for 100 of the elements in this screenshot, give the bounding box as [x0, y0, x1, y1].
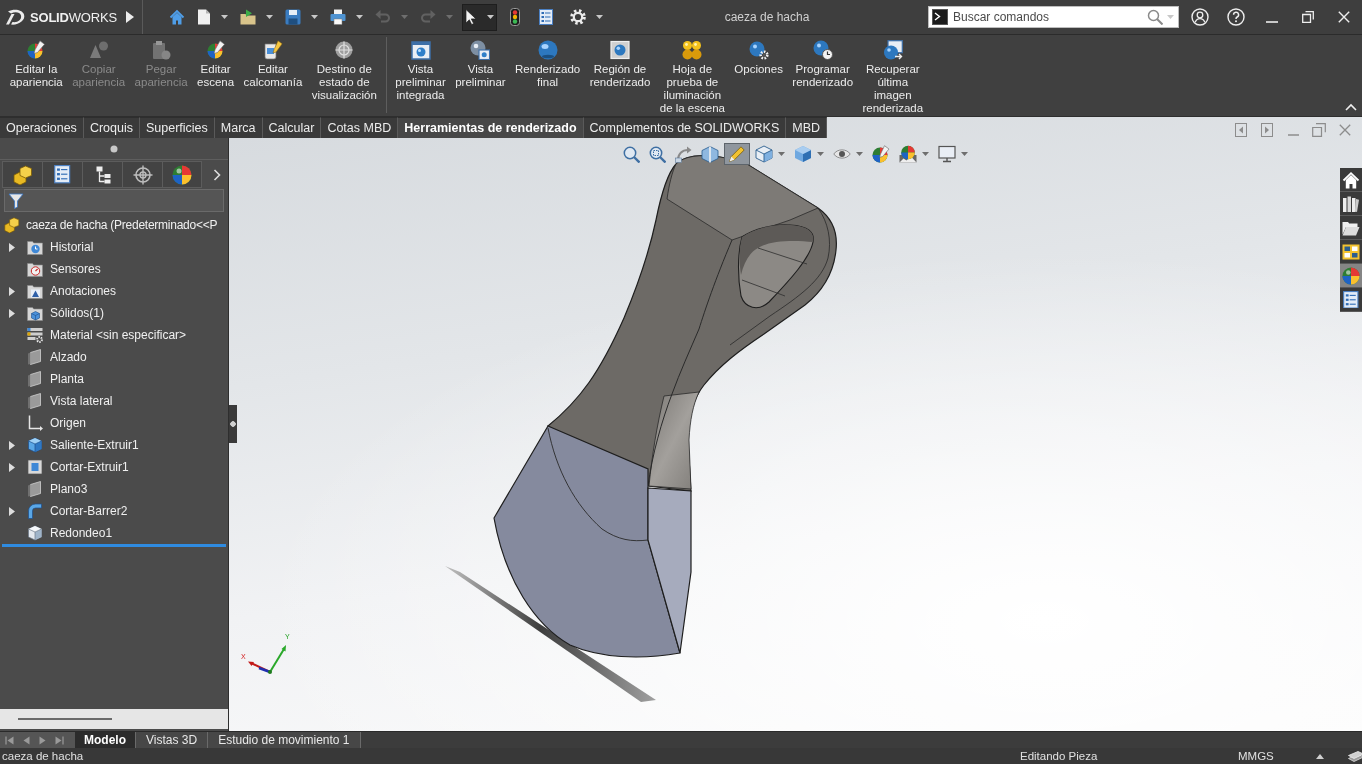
grip-dot-icon[interactable] [110, 144, 118, 153]
help-icon [1227, 8, 1245, 26]
ribbon-button[interactable]: Recuperar última imagen renderizada [857, 40, 928, 115]
monitor-icon [938, 145, 956, 163]
tree-icon [94, 165, 111, 184]
expand-arrow-icon[interactable] [8, 462, 15, 472]
tree-item[interactable]: Sólidos(1) [0, 302, 105, 324]
magnifier-frame-icon [649, 145, 666, 163]
triangle-right-icon[interactable] [125, 10, 135, 24]
manager-tab[interactable] [122, 161, 162, 188]
expand-arrow-icon[interactable] [8, 506, 15, 516]
tree-item[interactable]: Cortar-Barrer2 [0, 500, 128, 522]
task-pane-tab[interactable] [1340, 216, 1362, 240]
ribbon-button[interactable]: Editar la apariencia [5, 40, 68, 89]
command-tab[interactable]: Marca [214, 117, 263, 138]
tree-item[interactable]: Redondeo1 [0, 522, 113, 544]
printer-icon [330, 9, 346, 25]
tree-item[interactable]: Historial [0, 236, 94, 258]
command-tab[interactable]: Calcular [262, 117, 322, 138]
ribbon-button[interactable]: Destino de estado de visualización [307, 40, 382, 102]
command-tab[interactable]: Cotas MBD [321, 117, 399, 138]
color-ball-icon [172, 164, 192, 185]
step-back-icon[interactable] [23, 735, 30, 745]
redo-icon [420, 9, 436, 25]
search-field[interactable]: Buscar comandos [928, 6, 1179, 28]
tree-item[interactable]: Origen [0, 412, 87, 434]
expand-arrow-icon[interactable] [8, 286, 15, 296]
color-ball-scene-icon [899, 145, 917, 163]
step-forward-icon[interactable] [39, 735, 46, 745]
filter-field[interactable] [4, 189, 224, 212]
command-tab[interactable]: MBD [786, 117, 828, 138]
document-icon [197, 9, 211, 25]
task-pane-tab[interactable] [1340, 168, 1362, 192]
command-tab[interactable]: Superficies [139, 117, 215, 138]
panel-collapse-handle[interactable] [229, 405, 237, 443]
skip-forward-icon[interactable] [55, 735, 64, 745]
model-tab[interactable]: Estudio de movimiento 1 [208, 732, 361, 748]
tree-item[interactable]: Saliente-Extruir1 [0, 434, 139, 456]
ribbon-button[interactable]: Editar calcomanía [238, 40, 307, 89]
restore-icon [1312, 123, 1326, 137]
task-pane-tab[interactable] [1340, 240, 1362, 264]
tree-item[interactable]: Planta [0, 368, 85, 390]
ribbon-button[interactable]: Vista preliminar [450, 40, 511, 89]
model-tab[interactable]: Modelo [75, 732, 136, 748]
tree-item[interactable]: Plano3 [0, 478, 88, 500]
select-button[interactable] [462, 3, 497, 31]
tree-item[interactable]: Sensores [0, 258, 101, 280]
logo-icon [5, 8, 27, 26]
ribbon-button[interactable]: Región de renderizado [584, 40, 656, 89]
view-toolbar-button[interactable] [724, 143, 750, 165]
model-tab[interactable]: Vistas 3D [136, 732, 209, 748]
command-tab[interactable]: Herramientas de renderizado [398, 117, 584, 138]
task-pane-tab[interactable] [1340, 192, 1362, 216]
tree-item[interactable]: Material <sin especificar> [0, 324, 187, 346]
manager-tab[interactable] [2, 161, 42, 188]
tree-item[interactable]: Anotaciones [0, 280, 117, 302]
manager-tab[interactable] [162, 161, 202, 188]
plane-icon [27, 393, 43, 409]
cube-icon [755, 145, 773, 163]
units-label[interactable]: MMGS [1238, 750, 1313, 762]
caret-down-icon [596, 15, 603, 19]
chevron-right-icon[interactable] [213, 168, 221, 181]
cursor-icon [465, 9, 477, 25]
task-pane-tab[interactable] [1340, 288, 1362, 312]
search-icon[interactable] [1147, 9, 1163, 25]
manager-tab[interactable] [42, 161, 82, 188]
expand-arrow-icon[interactable] [8, 440, 15, 450]
tree-item[interactable]: Vista lateral [0, 390, 113, 412]
ribbon-button[interactable]: Hoja de prueba de iluminación de la escena [655, 40, 730, 115]
ribbon-button[interactable]: Editar escena [192, 40, 239, 89]
curved-profile-icon [27, 503, 43, 519]
command-tab[interactable]: Operaciones [0, 117, 84, 138]
ribbon-button[interactable]: Opciones [729, 40, 788, 76]
command-tab[interactable]: Croquis [83, 117, 140, 138]
traffic-light-icon [510, 8, 520, 26]
expand-arrow-icon[interactable] [8, 242, 15, 252]
command-tab[interactable]: Complementos de SOLIDWORKS [583, 117, 787, 138]
ribbon-button[interactable]: Renderizado final [510, 40, 585, 89]
caret-down-icon [487, 15, 494, 19]
expand-arrow-icon[interactable] [8, 308, 15, 318]
manager-tab[interactable] [82, 161, 122, 188]
skip-back-icon[interactable] [5, 735, 14, 745]
color-ball-pencil-icon [26, 40, 47, 60]
ribbon-button[interactable]: Vista preliminar integrada [390, 40, 451, 102]
list-icon [1342, 290, 1360, 309]
pencil-icon [728, 145, 746, 163]
horizontal-scrollbar[interactable] [0, 709, 228, 729]
settings-icon [570, 9, 586, 25]
clipboard-icon [151, 40, 172, 60]
tree-item[interactable]: Alzado [0, 346, 87, 368]
tree-item[interactable]: Cortar-Extruir1 [0, 456, 129, 478]
caret-down-icon [446, 15, 453, 19]
chevron-up-icon[interactable] [1345, 103, 1357, 111]
ribbon-button[interactable]: Programar renderizado [787, 40, 858, 89]
layers-icon[interactable] [1348, 750, 1362, 762]
tree-item[interactable]: caeza de hacha (Predeterminado<<P [0, 214, 218, 236]
caret-up-icon[interactable] [1316, 753, 1324, 759]
caret-down-icon [266, 15, 273, 19]
list-icon [538, 9, 554, 25]
caret-down-icon [221, 15, 228, 19]
